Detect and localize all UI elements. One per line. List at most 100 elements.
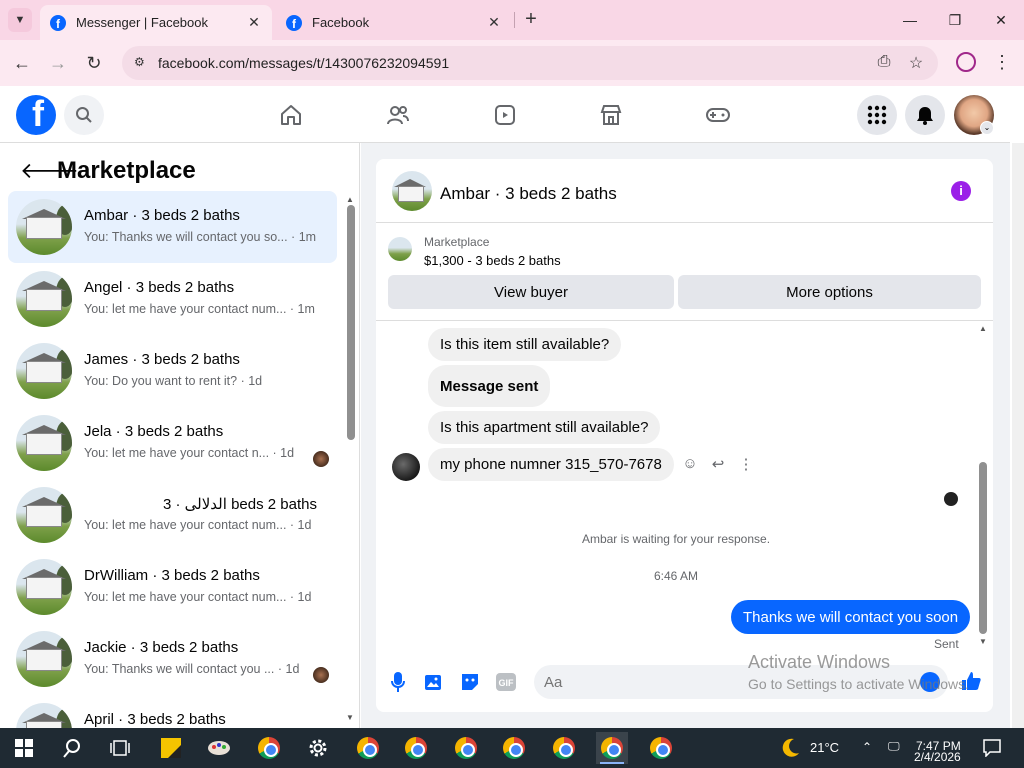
- show-hidden-icons-icon[interactable]: ⌃: [862, 740, 872, 754]
- gif-icon[interactable]: GIF: [495, 671, 517, 693]
- list-header: 🡐 Marketplace: [0, 155, 359, 191]
- conversation-item[interactable]: Angel · 3 beds 2 baths You: let me have …: [8, 263, 337, 335]
- listing-thumbnail: [16, 343, 72, 399]
- video-icon[interactable]: [492, 102, 518, 128]
- facebook-logo-icon[interactable]: f: [16, 95, 56, 135]
- minimize-icon[interactable]: —: [898, 8, 922, 32]
- menu-grid-icon[interactable]: [857, 95, 897, 135]
- network-icon[interactable]: 🖵: [888, 739, 900, 754]
- photo-icon[interactable]: [423, 671, 445, 693]
- search-icon[interactable]: [64, 95, 104, 135]
- conversation-preview: You: let me have your contact num... · 1…: [84, 590, 312, 604]
- chrome-profile-icon[interactable]: [596, 732, 628, 764]
- omnibox[interactable]: ⚙ facebook.com/messages/t/14300762320945…: [122, 46, 938, 80]
- watermark-title: Activate Windows: [748, 652, 891, 672]
- windows-start-icon[interactable]: [8, 732, 40, 764]
- forward-icon[interactable]: →: [46, 51, 70, 75]
- close-tab-icon[interactable]: ✕: [486, 14, 502, 31]
- conversation-name: الدلالی · 3 beds 2 baths: [163, 496, 317, 513]
- bookmark-star-icon[interactable]: ☆: [906, 53, 926, 73]
- chrome-profile-icon[interactable]: [645, 732, 677, 764]
- conversation-item[interactable]: الدلالی · 3 beds 2 baths You: let me hav…: [8, 479, 337, 551]
- install-app-icon[interactable]: ⎙: [874, 53, 894, 73]
- chat-scroll-up-icon[interactable]: ▲: [979, 324, 987, 333]
- list-scrollbar[interactable]: [347, 205, 355, 440]
- chat-scroll-down-icon[interactable]: ▼: [979, 637, 987, 646]
- home-icon[interactable]: [278, 102, 304, 128]
- chrome-profile-icon[interactable]: [352, 732, 384, 764]
- tab-search-chevron-icon[interactable]: ▼: [8, 8, 32, 32]
- listing-thumbnail: [388, 237, 412, 261]
- listing-thumbnail[interactable]: [392, 171, 432, 211]
- conversation-item[interactable]: Ambar · 3 beds 2 baths You: Thanks we wi…: [8, 191, 337, 263]
- window-close-icon[interactable]: ✕: [989, 8, 1013, 32]
- gaming-icon[interactable]: [705, 102, 731, 128]
- conversation-item[interactable]: Jela · 3 beds 2 baths You: let me have y…: [8, 407, 337, 479]
- view-buyer-button[interactable]: View buyer: [388, 275, 674, 309]
- weather-moon-icon[interactable]: [774, 732, 806, 764]
- browser-address-bar: ← → ↻ ⚙ facebook.com/messages/t/14300762…: [0, 40, 1024, 86]
- info-icon[interactable]: i: [951, 181, 971, 201]
- sticker-icon[interactable]: [459, 671, 481, 693]
- message-bubble: my phone numner 315_570-7678: [428, 448, 674, 481]
- notifications-bell-icon[interactable]: [905, 95, 945, 135]
- conversation-item[interactable]: Jackie · 3 beds 2 baths You: Thanks we w…: [8, 623, 337, 695]
- sticky-notes-icon[interactable]: [155, 732, 187, 764]
- restore-icon[interactable]: ❐: [943, 8, 967, 32]
- conversation-header: Ambar · 3 beds 2 baths i: [376, 159, 993, 223]
- url-text[interactable]: facebook.com/messages/t/1430076232094591: [158, 55, 449, 71]
- browser-tab-bar: ▼ f Messenger | Facebook ✕ f Facebook ✕ …: [0, 0, 1024, 40]
- friends-icon[interactable]: [385, 102, 411, 128]
- list-scroll-up-icon[interactable]: ▲: [346, 195, 354, 204]
- close-tab-icon[interactable]: ✕: [246, 14, 262, 31]
- tab-messenger[interactable]: f Messenger | Facebook ✕: [40, 5, 272, 40]
- browser-menu-icon[interactable]: ⋮: [992, 52, 1012, 74]
- more-options-button[interactable]: More options: [678, 275, 981, 309]
- tab-facebook[interactable]: f Facebook ✕: [276, 5, 512, 40]
- chat-scrollbar[interactable]: [979, 462, 987, 634]
- conversation-preview: You: let me have your contact num... · 1…: [84, 518, 312, 532]
- activation-watermark: Activate Windows Go to Settings to activ…: [748, 652, 969, 692]
- conversation-preview: You: let me have your contact num... · 1…: [84, 302, 315, 316]
- conversation-name: Angel · 3 beds 2 baths: [84, 279, 235, 296]
- marketplace-icon[interactable]: [598, 102, 624, 128]
- back-icon[interactable]: ←: [10, 51, 34, 75]
- conversation-item[interactable]: April · 3 beds 2 baths: [8, 695, 337, 728]
- new-tab-icon[interactable]: +: [520, 8, 542, 30]
- conversation-name: James · 3 beds 2 baths: [84, 351, 240, 368]
- conversation-title[interactable]: Ambar · 3 beds 2 baths: [440, 184, 617, 204]
- chrome-profile-icon[interactable]: [400, 732, 432, 764]
- task-view-icon[interactable]: [104, 732, 136, 764]
- chrome-profile-icon[interactable]: [498, 732, 530, 764]
- conversation-item[interactable]: James · 3 beds 2 baths You: Do you want …: [8, 335, 337, 407]
- react-smiley-icon[interactable]: ☺: [681, 455, 699, 473]
- chrome-profile-icon[interactable]: [548, 732, 580, 764]
- reply-icon[interactable]: ↩: [709, 455, 727, 473]
- more-icon[interactable]: ⋮: [737, 455, 755, 473]
- chrome-icon[interactable]: [253, 732, 285, 764]
- sender-avatar[interactable]: [392, 453, 420, 481]
- conversation-item[interactable]: DrWilliam · 3 beds 2 baths You: let me h…: [8, 551, 337, 623]
- listing-thumbnail: [16, 415, 72, 471]
- back-arrow-icon[interactable]: 🡐: [20, 159, 79, 183]
- notification-center-icon[interactable]: [976, 732, 1008, 764]
- message-bubble: Is this item still available?: [428, 328, 622, 361]
- list-scroll-down-icon[interactable]: ▼: [346, 713, 354, 722]
- message-bubble: Message sent: [428, 365, 551, 407]
- sent-status: Sent: [934, 637, 959, 651]
- account-chevron-icon[interactable]: ⌄: [980, 121, 994, 135]
- conversation-preview: You: Do you want to rent it? · 1d: [84, 374, 263, 388]
- search-icon[interactable]: [56, 732, 88, 764]
- page-scrollbar[interactable]: [1012, 143, 1024, 728]
- temperature: 21°C: [810, 740, 840, 755]
- reload-icon[interactable]: ↻: [82, 51, 106, 75]
- browser-profile-icon[interactable]: [956, 52, 976, 72]
- chrome-profile-icon[interactable]: [450, 732, 482, 764]
- clock-date[interactable]: 2/4/2026: [914, 750, 961, 764]
- microphone-icon[interactable]: [387, 671, 409, 693]
- paint-app-icon[interactable]: [203, 732, 235, 764]
- site-settings-icon[interactable]: ⚙: [134, 55, 150, 71]
- settings-gear-icon[interactable]: [302, 732, 334, 764]
- conversation-preview: You: let me have your contact n... · 1d: [84, 446, 295, 460]
- divider: [376, 320, 993, 321]
